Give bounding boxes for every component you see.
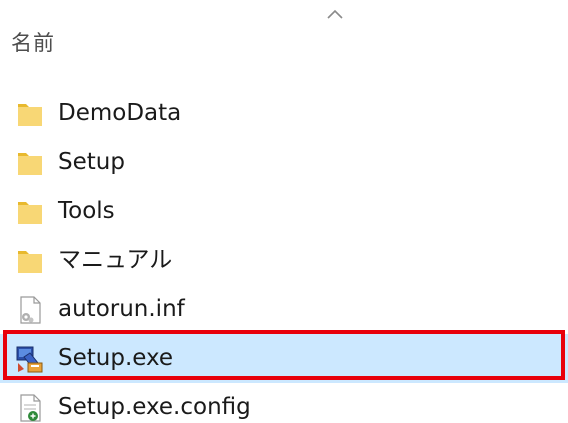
settings-file-icon	[20, 296, 41, 324]
file-name: Setup.exe	[58, 345, 174, 371]
file-list-pane: 名前 DemoData Setup Tools マニュアル autorun.in…	[0, 0, 568, 423]
file-row-autorun[interactable]: autorun.inf	[0, 285, 568, 334]
folder-icon	[18, 153, 42, 175]
column-header-name[interactable]: 名前	[11, 28, 55, 58]
file-row-setup-exe-config[interactable]: Setup.exe.config	[0, 383, 568, 423]
config-file-icon	[20, 394, 41, 422]
sort-ascending-icon[interactable]	[325, 7, 345, 21]
file-row-manual[interactable]: マニュアル	[0, 236, 568, 285]
file-name: Setup	[58, 149, 125, 175]
file-row-tools[interactable]: Tools	[0, 187, 568, 236]
folder-icon	[18, 104, 42, 126]
folder-icon	[18, 251, 42, 273]
file-row-setup-folder[interactable]: Setup	[0, 138, 568, 187]
installer-icon	[16, 346, 43, 373]
file-name: Tools	[58, 198, 115, 224]
file-row-setup-exe[interactable]: Setup.exe	[0, 334, 568, 383]
file-name: autorun.inf	[58, 296, 185, 322]
folder-icon	[18, 202, 42, 224]
file-name: DemoData	[58, 100, 182, 126]
file-row-demodata[interactable]: DemoData	[0, 89, 568, 138]
file-name: Setup.exe.config	[58, 394, 251, 420]
file-list: DemoData Setup Tools マニュアル autorun.inf S…	[0, 89, 568, 423]
file-name: マニュアル	[58, 247, 173, 273]
